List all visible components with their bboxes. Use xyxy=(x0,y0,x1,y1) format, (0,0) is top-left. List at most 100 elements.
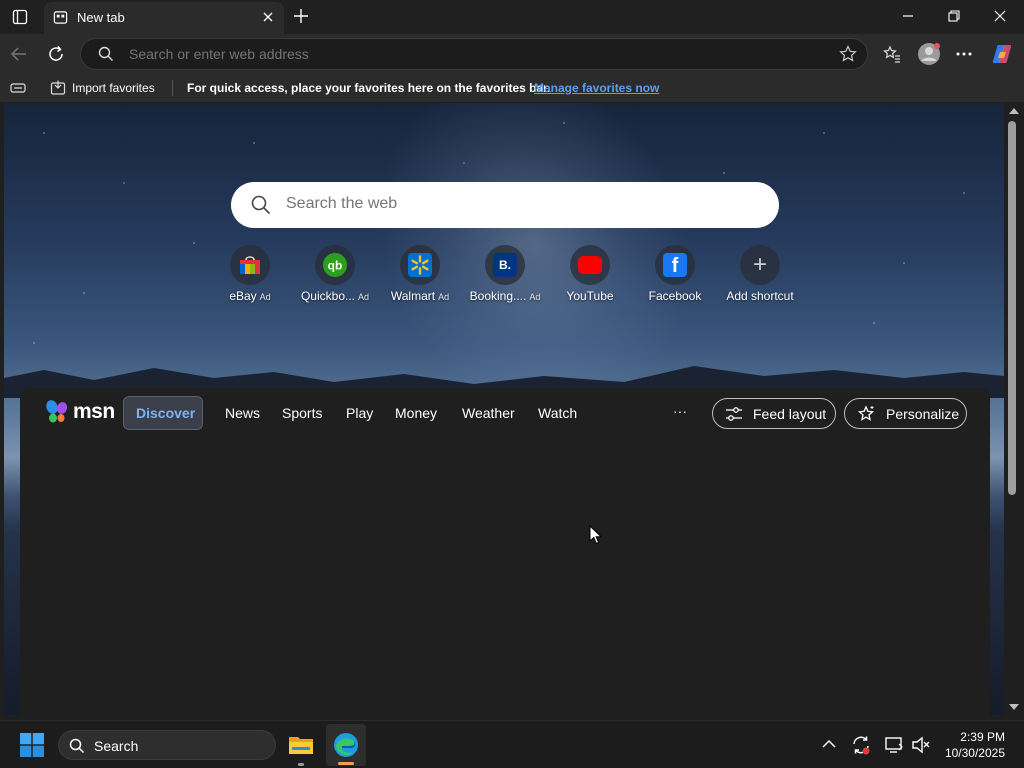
shortcut-label: Quickbo... Ad xyxy=(293,289,377,303)
shortcut-quickbooks[interactable]: qb Quickbo... Ad xyxy=(293,245,377,307)
scroll-up-arrow-icon[interactable] xyxy=(1009,107,1019,115)
ebay-icon xyxy=(238,254,262,276)
shortcut-ebay[interactable]: eBay Ad xyxy=(208,245,292,307)
profile-avatar[interactable] xyxy=(917,42,941,66)
quickbooks-icon: qb xyxy=(323,253,347,277)
web-search-box[interactable] xyxy=(231,182,779,228)
personalize-button[interactable]: Personalize xyxy=(844,398,967,429)
address-bar[interactable] xyxy=(80,38,868,70)
taskbar-search-label: Search xyxy=(94,738,139,754)
chevron-up-icon[interactable] xyxy=(822,739,836,749)
add-shortcut-circle: + xyxy=(740,245,780,285)
shortcut-walmart[interactable]: Walmart Ad xyxy=(378,245,462,307)
copilot-icon[interactable] xyxy=(990,42,1014,66)
feed-layout-label: Feed layout xyxy=(753,406,827,422)
shortcut-name: eBay xyxy=(229,289,257,303)
web-search-input[interactable] xyxy=(286,195,746,213)
taskbar: Search 2:39 PM 10/30/2025 xyxy=(0,720,1024,768)
search-icon xyxy=(98,46,114,62)
shortcut-label: Facebook xyxy=(633,289,717,303)
tab-title: New tab xyxy=(77,10,125,25)
minimize-button[interactable] xyxy=(902,10,914,22)
address-input[interactable] xyxy=(129,46,809,62)
shortcut-facebook[interactable]: f Facebook xyxy=(633,245,717,307)
taskbar-search[interactable]: Search xyxy=(58,730,276,760)
search-icon xyxy=(251,195,271,215)
new-tab-button[interactable] xyxy=(293,8,309,24)
msn-butterfly-icon xyxy=(46,400,68,423)
shortcut-name: Walmart xyxy=(390,289,436,303)
sync-icon[interactable] xyxy=(851,735,871,755)
ad-badge: Ad xyxy=(529,292,541,302)
shortcut-walmart-circle xyxy=(400,245,440,285)
personalize-label: Personalize xyxy=(886,406,960,422)
nav-play[interactable]: Play xyxy=(346,405,373,421)
title-bar: New tab xyxy=(0,0,1024,34)
new-tab-page: eBayAd qb Quickbo...Ad WalmartAd B. Book… xyxy=(4,103,1004,715)
nav-more-button[interactable]: ··· xyxy=(673,403,687,419)
shortcut-youtube[interactable]: YouTube xyxy=(548,245,632,307)
manage-favorites-link[interactable]: Manage favorites now xyxy=(534,81,659,95)
shortcut-quickbooks-circle: qb xyxy=(315,245,355,285)
tab-new-tab[interactable]: New tab xyxy=(44,2,284,34)
shortcut-booking-circle: B. xyxy=(485,245,525,285)
nav-sports[interactable]: Sports xyxy=(282,405,322,421)
edge-taskbar-button[interactable] xyxy=(326,724,366,766)
walmart-icon xyxy=(408,253,432,277)
tab-favicon-icon xyxy=(53,10,68,25)
favorites-icon[interactable] xyxy=(883,45,901,63)
nav-discover-label: Discover xyxy=(136,405,196,421)
shortcut-label: Booking.... Ad xyxy=(463,289,547,303)
favorites-bar: Import favorites For quick access, place… xyxy=(0,74,1024,102)
scroll-thumb[interactable] xyxy=(1008,121,1016,495)
scroll-down-arrow-icon[interactable] xyxy=(1009,703,1019,711)
collections-icon[interactable] xyxy=(10,81,26,95)
sliders-icon xyxy=(725,406,743,422)
close-tab-icon[interactable] xyxy=(262,11,274,23)
network-icon[interactable] xyxy=(884,735,904,755)
shortcut-facebook-circle: f xyxy=(655,245,695,285)
shortcut-label: eBay Ad xyxy=(208,289,292,303)
ad-badge: Ad xyxy=(259,292,271,302)
shortcut-label: YouTube xyxy=(548,289,632,303)
import-icon[interactable] xyxy=(50,80,66,96)
favorite-star-icon[interactable] xyxy=(839,45,857,63)
back-button[interactable] xyxy=(10,45,28,63)
nav-money[interactable]: Money xyxy=(395,405,437,421)
shortcut-name: Add shortcut xyxy=(726,289,794,303)
nav-discover[interactable]: Discover xyxy=(123,396,203,430)
feed-layout-button[interactable]: Feed layout xyxy=(712,398,836,429)
refresh-button[interactable] xyxy=(47,45,65,63)
explorer-running-indicator xyxy=(298,763,304,766)
svg-text:qb: qb xyxy=(328,259,343,273)
msn-feed-panel: msn Discover News Sports Play Money Weat… xyxy=(20,388,990,715)
import-favorites-button[interactable]: Import favorites xyxy=(72,81,155,95)
shortcut-name: Booking.... xyxy=(469,289,527,303)
shortcut-label: Add shortcut xyxy=(718,289,802,303)
mouse-cursor-icon xyxy=(589,525,602,545)
nav-weather[interactable]: Weather xyxy=(462,405,515,421)
youtube-icon xyxy=(577,255,603,275)
windows-start-icon[interactable] xyxy=(20,733,44,757)
tab-actions-icon[interactable] xyxy=(12,9,28,25)
file-explorer-icon[interactable] xyxy=(288,733,314,757)
facebook-icon: f xyxy=(663,253,687,277)
close-window-button[interactable] xyxy=(994,10,1006,22)
ad-badge: Ad xyxy=(358,292,370,302)
shortcut-ebay-circle xyxy=(230,245,270,285)
msn-logo[interactable] xyxy=(45,399,71,425)
more-options-icon[interactable] xyxy=(955,46,973,62)
shortcut-booking[interactable]: B. Booking.... Ad xyxy=(463,245,547,307)
search-icon xyxy=(69,738,85,754)
clock-date[interactable]: 10/30/2025 xyxy=(945,746,1005,760)
nav-watch[interactable]: Watch xyxy=(538,405,577,421)
add-shortcut-button[interactable]: + Add shortcut xyxy=(718,245,802,307)
booking-icon: B. xyxy=(493,253,517,277)
page-scrollbar[interactable] xyxy=(1004,103,1024,715)
restore-button[interactable] xyxy=(948,10,960,22)
nav-news[interactable]: News xyxy=(225,405,260,421)
volume-muted-icon[interactable] xyxy=(911,735,931,755)
shortcut-name: Facebook xyxy=(648,289,702,303)
clock-time[interactable]: 2:39 PM xyxy=(960,730,1005,744)
toolbar xyxy=(0,34,1024,74)
